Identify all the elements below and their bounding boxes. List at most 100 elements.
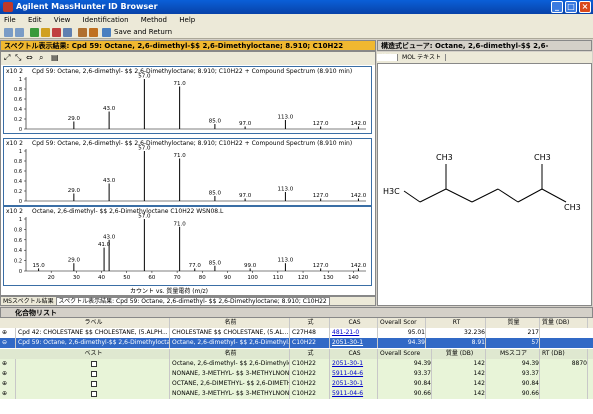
col-cas[interactable]: CAS (330, 349, 378, 359)
table-icon[interactable] (63, 28, 72, 37)
spectrum-plot-3[interactable]: Octane, 2,6-dimethyl- $$ 2,6-Dimethyloct… (3, 206, 372, 286)
menu-edit[interactable]: Edit (28, 16, 42, 24)
peak-label: 57.0 (138, 74, 151, 80)
close-button[interactable]: × (579, 1, 591, 13)
col-formula[interactable]: 式 (290, 349, 330, 359)
expand-icon[interactable]: ⊕ (0, 389, 16, 399)
y-tick-label: 0.2 (14, 189, 22, 195)
caption-prefix[interactable]: MSスペクトル結果 (3, 298, 54, 305)
menu-file[interactable]: File (4, 16, 16, 24)
peak-label: 29.0 (68, 188, 81, 194)
menu-bar: File Edit View Identification Method Hel… (0, 14, 593, 26)
checkbox[interactable] (90, 370, 97, 377)
col-formula[interactable]: 式 (290, 318, 330, 328)
spectrum-plot-2[interactable]: Cpd 59: Octane, 2,6-dimethyl- $$ 2,6-Dim… (3, 138, 372, 206)
col-mass-db[interactable]: 質量 (DB) (432, 349, 486, 359)
col-overall-score[interactable]: Overall Score (378, 349, 432, 359)
undo-icon[interactable] (4, 28, 13, 37)
best-checkbox[interactable] (16, 379, 170, 389)
chart-icon[interactable] (78, 28, 87, 37)
row-score: 90.84 (378, 379, 432, 389)
expand-icon[interactable]: ⊕ (0, 359, 16, 369)
spectrum-svg: 1 0.8 0.6 0.4 0.2 0 29.0 43.0 57.0 71.0 85.0 97.0 11… (14, 74, 367, 134)
table-row[interactable]: ⊕ NONANE, 3-METHYL- $$ 3-METHYLNONA... C10… (0, 369, 593, 379)
spectrum-icon[interactable] (52, 28, 61, 37)
expand-icon[interactable]: ⊕ (0, 328, 16, 338)
y-tick-label: 0 (19, 199, 22, 205)
row-formula: C10H22 (290, 338, 330, 348)
minimize-button[interactable]: _ (551, 1, 563, 13)
peak-label: 113.0 (278, 187, 294, 193)
table-row[interactable]: ⊕ OCTANE, 2,6-DIMETHYL- $$ 2,6-DIMETH... C… (0, 379, 593, 389)
sub-grid-header: ベスト 名前 式 CAS Overall Score 質量 (DB) MSスコア… (0, 349, 593, 359)
peak-label: 29.0 (68, 116, 81, 122)
best-checkbox[interactable] (16, 369, 170, 379)
col-name[interactable]: 名前 (170, 318, 290, 328)
spectrum-svg: 1 0.8 0.6 0.4 0.2 0 29.0 43.0 57.0 71.0 85.0 97.0 11… (14, 146, 367, 206)
col-rt-db[interactable]: RT (DB) (540, 349, 588, 359)
redo-icon[interactable] (15, 28, 24, 37)
row-cas-link[interactable]: 481-21-0 (330, 328, 378, 338)
spectrum-plot-1[interactable]: Cpd 59: Octane, 2,6-dimethyl- $$ 2,6-Dim… (3, 66, 372, 134)
best-checkbox[interactable] (16, 359, 170, 369)
zoom-in-icon[interactable]: ⤢ (4, 53, 10, 63)
menu-method[interactable]: Method (141, 16, 167, 24)
caption-tab[interactable]: スペクトル表示結果: Cpd 59: Octane, 2,6-dimethyl-… (55, 297, 330, 306)
copy-icon[interactable]: ▤ (51, 53, 59, 62)
row-mass-db: 142 (432, 379, 486, 389)
row-name: CHOLESTANE $$ CHOLESTANE, (5.AL... (172, 328, 290, 338)
tab-mol-text[interactable]: MOL テキスト (398, 54, 446, 61)
menu-view[interactable]: View (54, 16, 71, 24)
peak-label: 97.0 (239, 121, 252, 127)
menu-identification[interactable]: Identification (83, 16, 129, 24)
row-cas-link[interactable]: 2051-30-1 (330, 379, 378, 389)
row-cas-link[interactable]: 2051-30-1 (330, 338, 378, 348)
maximize-button[interactable]: □ (565, 1, 577, 13)
autoscale-icon[interactable]: ⇔ (26, 53, 33, 62)
table-row[interactable]: ⊕ Cpd 42: CHOLESTANE $$ CHOLESTANE, (5.A… (0, 328, 593, 338)
magnify-icon[interactable]: ⌕ (39, 53, 43, 63)
checkbox[interactable] (90, 380, 97, 387)
row-cas-link[interactable]: 5911-04-6 (330, 369, 378, 379)
row-cas-link[interactable]: 5911-04-6 (330, 389, 378, 399)
col-mass-db[interactable]: 質量 (DB) (540, 318, 588, 328)
col-score[interactable]: Overall Scor (378, 318, 426, 328)
row-rt: 8.91 (426, 338, 486, 348)
save-return-button[interactable]: Save and Return (114, 28, 172, 36)
save-icon[interactable] (102, 28, 111, 37)
y-tick-label: 0 (19, 269, 22, 275)
table-row-selected[interactable]: ⊖ Cpd 59: Octane, 2,6-dimethyl-$$ 2,6-Di… (0, 338, 593, 348)
grid-header: ラベル 名前 式 CAS Overall Scor RT 質量 質量 (DB) (0, 318, 593, 328)
search-library-icon[interactable] (41, 28, 50, 37)
y-tick-label: 0.8 (14, 227, 22, 233)
col-ms-score[interactable]: MSスコア (486, 349, 540, 359)
collapse-icon[interactable]: ⊖ (0, 338, 16, 348)
x-tick-label: 50 (123, 275, 130, 281)
y-tick-label: 0.4 (14, 107, 22, 113)
table-row[interactable]: ⊕ Octane, 2,6-dimethyl- $$ 2,6-Dimethyloc… (0, 359, 593, 369)
best-checkbox[interactable] (16, 389, 170, 399)
menu-help[interactable]: Help (179, 16, 195, 24)
col-name[interactable]: 名前 (170, 349, 290, 359)
col-mass[interactable]: 質量 (486, 318, 540, 328)
y-tick-label: 0.6 (14, 238, 22, 244)
expand-icon[interactable]: ⊕ (0, 379, 16, 389)
tab-structure[interactable]: 構造 (377, 54, 399, 61)
structure-icon[interactable] (89, 28, 98, 37)
row-mass: 217 (486, 328, 540, 338)
table-row[interactable]: ⊕ NONANE, 3-METHYL- $$ 3-METHYLNONA... C10… (0, 389, 593, 399)
checkbox[interactable] (90, 390, 97, 397)
col-cas[interactable]: CAS (330, 318, 378, 328)
structure-pane-header: 構造式ビューア: Octane, 2,6-dimethyl-$$ 2,6-Dim… (377, 40, 592, 61)
zoom-out-icon[interactable]: ⤡ (15, 53, 21, 63)
spectrum-pane-header: スペクトル表示結果: Cpd 59: Octane, 2,6-dimethyl-… (0, 40, 376, 51)
col-rt[interactable]: RT (426, 318, 486, 328)
col-best[interactable]: ベスト (16, 349, 170, 359)
row-cas-link[interactable]: 2051-30-1 (330, 359, 378, 369)
col-label[interactable]: ラベル (16, 318, 170, 328)
checkbox[interactable] (90, 360, 97, 367)
peak-label: 43.0 (103, 106, 116, 112)
row-score: 94.39 (378, 359, 432, 369)
run-icon[interactable] (30, 28, 39, 37)
expand-icon[interactable]: ⊕ (0, 369, 16, 379)
